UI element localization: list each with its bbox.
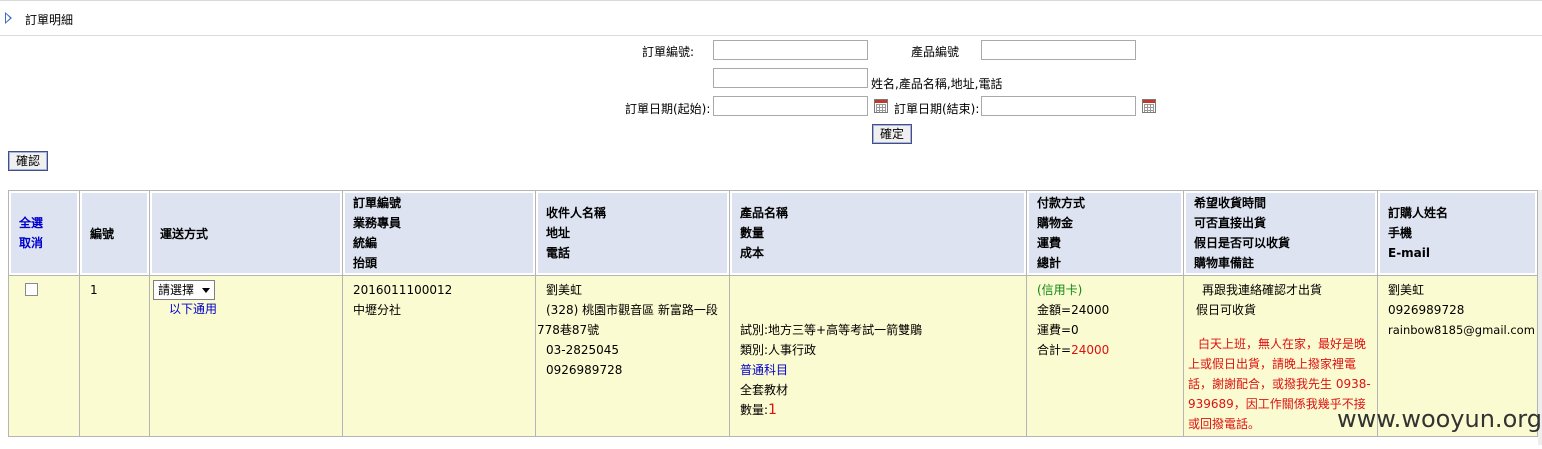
header-text: 統編 bbox=[353, 236, 378, 250]
keyword-input[interactable] bbox=[713, 68, 868, 88]
product-set: 全套教材 bbox=[740, 383, 789, 397]
table-header-row: 全選 取消 編號 運送方式 訂單編號 業務專員 統編 抬頭 收件人名稱 地址 電… bbox=[8, 190, 1538, 276]
header-payment: 付款方式 購物金 運費 總計 bbox=[1026, 190, 1184, 276]
header-text: 訂單編號 bbox=[353, 196, 402, 210]
header-text: 訂購人姓名 bbox=[1388, 206, 1449, 220]
header-text: 假日是否可以收貨 bbox=[1194, 236, 1291, 250]
header-text: 總計 bbox=[1037, 256, 1062, 270]
delivery-confirm: 再跟我連絡確認才出貨 bbox=[1202, 283, 1323, 297]
order-no: 2016011100012 bbox=[353, 283, 453, 297]
recipient-mobile: 0926989728 bbox=[546, 363, 623, 377]
table-row: 1 請選擇 以下通用 2016011100012 中壢分社 劉美虹 (328) … bbox=[8, 275, 1538, 437]
header-text: 購物車備註 bbox=[1194, 256, 1255, 270]
header-text: 產品名稱 bbox=[740, 206, 789, 220]
payment-amount: 金額=24000 bbox=[1037, 300, 1173, 320]
row-product-cell: 試別:地方三等+高等考試一箭雙鵰 類別:人事行政 普通科目 全套教材 數量:1 bbox=[729, 275, 1027, 437]
orders-table: 全選 取消 編號 運送方式 訂單編號 業務專員 統編 抬頭 收件人名稱 地址 電… bbox=[8, 190, 1538, 437]
expand-arrow-icon[interactable] bbox=[5, 12, 12, 24]
order-no-label: 訂單編號: bbox=[642, 45, 695, 59]
keyword-hint: 姓名,產品名稱,地址,電話 bbox=[871, 77, 1003, 91]
header-text: 業務專員 bbox=[353, 216, 402, 230]
recipient-address-line1: (328) 桃園市觀音區 新富路一段 bbox=[546, 303, 718, 317]
product-category: 類別:人事行政 bbox=[740, 343, 817, 357]
delivery-holiday: 假日可收貨 bbox=[1196, 303, 1257, 317]
row-no: 1 bbox=[90, 283, 98, 297]
header-delivery: 希望收貨時間 可否直接出貨 假日是否可以收貨 購物車備註 bbox=[1183, 190, 1378, 276]
header-text: 地址 bbox=[546, 226, 571, 240]
buyer-mobile: 0926989728 bbox=[1388, 303, 1465, 317]
header-text: 收件人名稱 bbox=[546, 206, 607, 220]
header-shipping: 運送方式 bbox=[149, 190, 343, 276]
header-text: 購物金 bbox=[1037, 216, 1074, 230]
header-text: 抬頭 bbox=[353, 256, 378, 270]
row-select-cell bbox=[8, 275, 80, 437]
date-start-input[interactable] bbox=[713, 96, 868, 116]
row-no-cell: 1 bbox=[79, 275, 150, 437]
page-header: 訂單明細 bbox=[0, 1, 1542, 36]
confirm-button[interactable]: 確認 bbox=[8, 151, 48, 171]
header-text: 運費 bbox=[1037, 236, 1062, 250]
row-shipping-cell: 請選擇 以下通用 bbox=[149, 275, 343, 437]
header-buyer: 訂購人姓名 手機 E-mail bbox=[1377, 190, 1538, 276]
header-text: 數量 bbox=[740, 226, 765, 240]
qty-label: 數量: bbox=[740, 403, 769, 417]
order-no-input[interactable] bbox=[713, 40, 868, 60]
header-text: 成本 bbox=[740, 246, 765, 260]
calendar-icon[interactable] bbox=[1142, 99, 1156, 113]
qty-value: 1 bbox=[768, 402, 777, 418]
select-all-link[interactable]: 全選 bbox=[19, 213, 69, 233]
apply-all-link[interactable]: 以下通用 bbox=[150, 300, 342, 318]
buyer-name: 劉美虹 bbox=[1388, 283, 1425, 297]
header-text: E-mail bbox=[1388, 246, 1431, 260]
payment-method: (信用卡) bbox=[1037, 283, 1083, 297]
total-value: 24000 bbox=[1071, 343, 1110, 357]
product-no-label: 產品編號 bbox=[911, 45, 960, 59]
recipient-name: 劉美虹 bbox=[546, 283, 583, 297]
calendar-icon[interactable] bbox=[874, 99, 888, 113]
date-start-label: 訂單日期(起始): bbox=[625, 102, 711, 116]
row-payment-cell: (信用卡) 金額=24000 運費=0 合計=24000 bbox=[1026, 275, 1184, 437]
header-text: 手機 bbox=[1388, 226, 1413, 240]
product-no-input[interactable] bbox=[981, 40, 1136, 60]
product-subject: 普通科目 bbox=[740, 363, 789, 377]
header-text: 可否直接出貨 bbox=[1194, 216, 1267, 230]
payment-total: 合計=24000 bbox=[1037, 340, 1173, 360]
page-title: 訂單明細 bbox=[25, 13, 74, 27]
recipient-address-line2: 778巷87號 bbox=[537, 323, 600, 337]
amount-value: 24000 bbox=[1071, 303, 1110, 317]
header-select: 全選 取消 bbox=[8, 190, 80, 276]
shipping-select-value: 請選擇 bbox=[158, 283, 195, 297]
header-recipient: 收件人名稱 地址 電話 bbox=[535, 190, 730, 276]
buyer-email: rainbow8185@gmail.com bbox=[1388, 323, 1535, 337]
amount-label: 金額= bbox=[1037, 303, 1072, 317]
header-order: 訂單編號 業務專員 統編 抬頭 bbox=[342, 190, 536, 276]
row-order-cell: 2016011100012 中壢分社 bbox=[342, 275, 536, 437]
date-end-label: 訂單日期(結束): bbox=[894, 102, 980, 116]
header-text: 電話 bbox=[546, 246, 571, 260]
shipping-select[interactable]: 請選擇 bbox=[153, 280, 216, 300]
header-no: 編號 bbox=[79, 190, 150, 276]
search-submit-button[interactable]: 確定 bbox=[872, 124, 912, 144]
product-qty: 數量:1 bbox=[740, 400, 1016, 420]
row-checkbox[interactable] bbox=[25, 283, 38, 296]
total-label: 合計= bbox=[1037, 343, 1072, 357]
watermark: www.wooyun.org bbox=[1337, 405, 1542, 433]
header-product: 產品名稱 數量 成本 bbox=[729, 190, 1027, 276]
branch-name: 中壢分社 bbox=[353, 303, 402, 317]
date-end-input[interactable] bbox=[981, 96, 1136, 116]
chevron-down-icon bbox=[202, 288, 211, 293]
header-text: 付款方式 bbox=[1037, 196, 1086, 210]
cancel-select-link[interactable]: 取消 bbox=[19, 233, 69, 253]
recipient-phone: 03-2825045 bbox=[546, 343, 620, 357]
shipping-fee: 運費=0 bbox=[1037, 323, 1079, 337]
product-exam: 試別:地方三等+高等考試一箭雙鵰 bbox=[740, 323, 923, 337]
row-recipient-cell: 劉美虹 (328) 桃園市觀音區 新富路一段 778巷87號 03-282504… bbox=[535, 275, 730, 437]
header-text: 希望收貨時間 bbox=[1194, 196, 1267, 210]
